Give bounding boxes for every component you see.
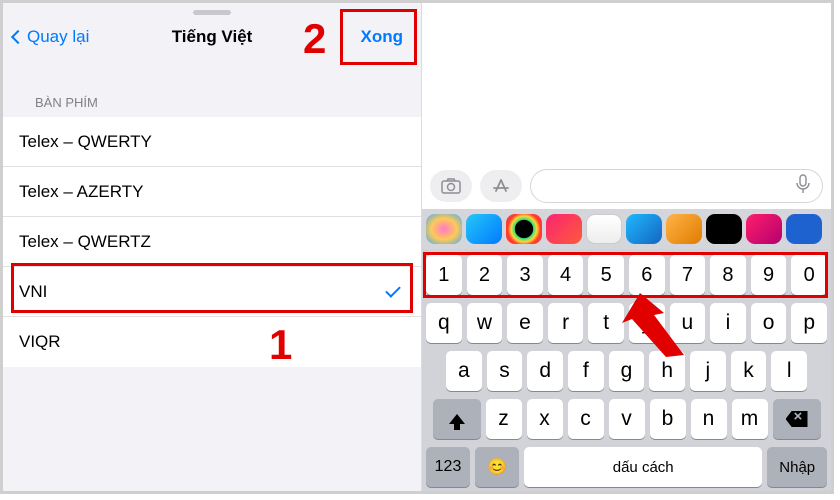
- mic-icon[interactable]: [796, 174, 810, 199]
- key-4[interactable]: 4: [548, 255, 584, 295]
- keyboard-row-a: a s d f g h j k l: [426, 351, 827, 391]
- key-symbols[interactable]: 123: [426, 447, 470, 487]
- list-item-label: VIQR: [19, 332, 61, 352]
- key-a[interactable]: a: [446, 351, 482, 391]
- list-item[interactable]: Telex – AZERTY: [3, 167, 421, 217]
- key-i[interactable]: i: [710, 303, 746, 343]
- list-item[interactable]: Telex – QWERTY: [3, 117, 421, 167]
- list-item-label: Telex – QWERTY: [19, 132, 152, 152]
- key-8[interactable]: 8: [710, 255, 746, 295]
- annotation-number-1: 1: [269, 321, 292, 369]
- app-strip-icon[interactable]: [786, 214, 822, 244]
- keyboard-row-bottom: 123 😊 dấu cách Nhập: [426, 447, 827, 487]
- keyboard-settings-panel: Quay lại Tiếng Việt Xong BÀN PHÍM Telex …: [3, 3, 421, 491]
- app-strip-icon[interactable]: [666, 214, 702, 244]
- key-w[interactable]: w: [467, 303, 503, 343]
- camera-icon: [441, 178, 461, 194]
- back-button[interactable]: Quay lại: [13, 27, 89, 47]
- app-strip-icon[interactable]: [506, 214, 542, 244]
- key-5[interactable]: 5: [588, 255, 624, 295]
- app-strip-icon[interactable]: [746, 214, 782, 244]
- key-r[interactable]: r: [548, 303, 584, 343]
- message-input-bar: [422, 163, 831, 209]
- key-1[interactable]: 1: [426, 255, 462, 295]
- app-strip-icon[interactable]: [626, 214, 662, 244]
- keyboard-row-numbers: 1 2 3 4 5 6 7 8 9 0: [426, 255, 827, 295]
- backspace-icon: [786, 411, 808, 427]
- key-v[interactable]: v: [609, 399, 645, 439]
- imessage-panel: 1 2 3 4 5 6 7 8 9 0 q w e r t y u i o: [422, 3, 831, 491]
- key-d[interactable]: d: [527, 351, 563, 391]
- key-p[interactable]: p: [791, 303, 827, 343]
- keyboard: 1 2 3 4 5 6 7 8 9 0 q w e r t y u i o: [422, 249, 831, 491]
- chevron-left-icon: [11, 30, 25, 44]
- key-emoji[interactable]: 😊: [475, 447, 519, 487]
- key-s[interactable]: s: [487, 351, 523, 391]
- list-item-label: Telex – AZERTY: [19, 182, 143, 202]
- key-z[interactable]: z: [486, 399, 522, 439]
- camera-button[interactable]: [430, 170, 472, 202]
- nav-bar: Quay lại Tiếng Việt Xong: [3, 15, 421, 59]
- key-space[interactable]: dấu cách: [524, 447, 762, 487]
- list-item-label: VNI: [19, 282, 47, 302]
- list-item-label: Telex – QWERTZ: [19, 232, 151, 252]
- key-f[interactable]: f: [568, 351, 604, 391]
- key-b[interactable]: b: [650, 399, 686, 439]
- back-label: Quay lại: [27, 27, 89, 47]
- key-n[interactable]: n: [691, 399, 727, 439]
- appstore-icon: [492, 177, 510, 195]
- keyboard-row-z: z x c v b n m: [426, 399, 827, 439]
- key-0[interactable]: 0: [791, 255, 827, 295]
- key-x[interactable]: x: [527, 399, 563, 439]
- list-item[interactable]: VIQR: [3, 317, 421, 367]
- message-text-field[interactable]: [530, 169, 823, 203]
- section-header: BÀN PHÍM: [3, 59, 421, 117]
- key-m[interactable]: m: [732, 399, 768, 439]
- key-9[interactable]: 9: [751, 255, 787, 295]
- key-y[interactable]: y: [629, 303, 665, 343]
- key-2[interactable]: 2: [467, 255, 503, 295]
- app-strip-icon[interactable]: [706, 214, 742, 244]
- key-6[interactable]: 6: [629, 255, 665, 295]
- key-q[interactable]: q: [426, 303, 462, 343]
- key-j[interactable]: j: [690, 351, 726, 391]
- keyboard-row-q: q w e r t y u i o p: [426, 303, 827, 343]
- app-strip-icon[interactable]: [586, 214, 622, 244]
- keyboard-layout-list: Telex – QWERTY Telex – AZERTY Telex – QW…: [3, 117, 421, 367]
- key-7[interactable]: 7: [670, 255, 706, 295]
- appstore-button[interactable]: [480, 170, 522, 202]
- app-strip-icon[interactable]: [426, 214, 462, 244]
- key-e[interactable]: e: [507, 303, 543, 343]
- key-t[interactable]: t: [588, 303, 624, 343]
- key-l[interactable]: l: [771, 351, 807, 391]
- key-h[interactable]: h: [649, 351, 685, 391]
- checkmark-icon: [385, 283, 403, 301]
- key-o[interactable]: o: [751, 303, 787, 343]
- app-strip-icon[interactable]: [466, 214, 502, 244]
- app-strip-icon[interactable]: [546, 214, 582, 244]
- shift-icon: [449, 414, 465, 424]
- key-k[interactable]: k: [731, 351, 767, 391]
- list-item-vni[interactable]: VNI: [3, 267, 421, 317]
- key-u[interactable]: u: [670, 303, 706, 343]
- annotation-number-2: 2: [303, 15, 326, 63]
- key-backspace[interactable]: [773, 399, 821, 439]
- key-g[interactable]: g: [609, 351, 645, 391]
- app-strip[interactable]: [422, 209, 831, 249]
- key-3[interactable]: 3: [507, 255, 543, 295]
- list-item[interactable]: Telex – QWERTZ: [3, 217, 421, 267]
- key-return[interactable]: Nhập: [767, 447, 827, 487]
- key-c[interactable]: c: [568, 399, 604, 439]
- chat-area: [422, 3, 831, 163]
- done-button[interactable]: Xong: [353, 24, 412, 50]
- key-shift[interactable]: [433, 399, 481, 439]
